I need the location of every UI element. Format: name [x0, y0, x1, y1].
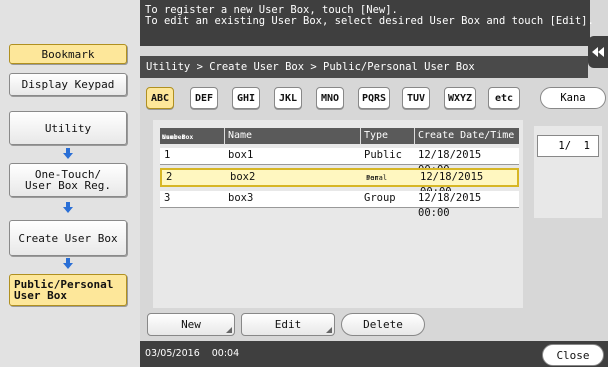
row-number: 1	[164, 149, 171, 161]
instruction-line2: To edit an existing User Box, select des…	[145, 15, 594, 27]
tab-jkl-label: JKL	[278, 92, 298, 104]
step-create-user-box-label: Create User Box	[18, 231, 118, 245]
instruction-message: To register a new User Box, touch [New].…	[140, 0, 594, 46]
display-keypad-button[interactable]: Display Keypad	[9, 73, 127, 96]
tab-wxyz-label: WXYZ	[447, 92, 473, 104]
step-create-user-box-button[interactable]: Create User Box	[9, 220, 127, 256]
new-button[interactable]: New	[147, 313, 235, 336]
tab-tuv[interactable]: TUV	[402, 87, 430, 109]
step-utility-label: Utility	[44, 121, 92, 135]
header-number: User Box Number	[162, 129, 222, 145]
row-type-line2: sonal	[366, 174, 388, 182]
footer-time: 00:04	[211, 348, 240, 359]
delete-button-label: Delete	[363, 318, 403, 331]
header-date: Create Date/Time	[418, 130, 515, 141]
row-name: box3	[228, 192, 254, 204]
tab-jkl[interactable]: JKL	[274, 87, 302, 109]
page-indicator: 1/ 1	[537, 135, 599, 157]
tab-wxyz[interactable]: WXYZ	[444, 87, 476, 109]
kana-button[interactable]: Kana	[540, 87, 606, 109]
table-header: User Box Number Name Type Create Date/Tim…	[160, 128, 519, 144]
tab-mno-label: MNO	[320, 92, 340, 104]
footer-date: 03/05/2016	[145, 348, 200, 359]
table-row-selected[interactable]: 2 box2 Per-sonal 12/18/2015 00:00	[160, 168, 519, 198]
tab-ghi-label: GHI	[236, 92, 256, 104]
tab-etc-label: etc	[494, 92, 514, 104]
header-divider	[414, 128, 415, 144]
arrow-down-icon	[62, 258, 74, 270]
step-public-personal-line2: User Box	[14, 289, 67, 302]
arrow-down-icon	[62, 148, 74, 160]
bookmark-label: Bookmark	[41, 47, 95, 61]
submenu-corner-icon	[226, 327, 232, 333]
row-type: Group	[364, 192, 396, 204]
row-number: 3	[164, 192, 171, 204]
step-public-personal-label: Public/Personal User Box	[14, 279, 113, 301]
header-divider	[224, 128, 225, 144]
kana-label: Kana	[560, 92, 586, 104]
submenu-corner-icon	[326, 327, 332, 333]
step-one-touch-button[interactable]: One-Touch/User Box Reg.	[9, 163, 127, 197]
tab-ghi[interactable]: GHI	[232, 87, 260, 109]
step-public-personal-button[interactable]: Public/Personal User Box	[9, 274, 127, 306]
tab-pqrs-label: PQRS	[361, 92, 387, 104]
step-one-touch-line2: User Box Reg.	[24, 179, 112, 192]
status-footer: 03/05/2016 00:04	[140, 341, 608, 367]
row-name: box1	[228, 149, 254, 161]
delete-button[interactable]: Delete	[341, 313, 425, 336]
tab-mno[interactable]: MNO	[316, 87, 344, 109]
header-divider	[360, 128, 361, 144]
new-button-label: New	[181, 318, 201, 331]
table-row[interactable]: 1 box1 Public 12/18/2015 00:00	[160, 148, 519, 176]
tab-def-label: DEF	[194, 92, 214, 104]
header-type: Type	[364, 130, 389, 141]
header-name: Name	[228, 130, 253, 141]
row-type: Public	[364, 149, 402, 161]
bookmark-button[interactable]: Bookmark	[9, 44, 127, 64]
tab-abc[interactable]: ABC	[146, 87, 174, 109]
left-sidebar: Bookmark Display Keypad Utility One-Touc…	[0, 0, 140, 367]
edit-button[interactable]: Edit	[241, 313, 335, 336]
tab-abc-label: ABC	[150, 92, 170, 104]
edit-button-label: Edit	[274, 318, 302, 331]
close-button-label: Close	[556, 348, 590, 362]
tab-tuv-label: TUV	[406, 92, 426, 104]
tab-pqrs[interactable]: PQRS	[358, 87, 390, 109]
breadcrumb: Utility > Create User Box > Public/Perso…	[140, 56, 588, 78]
arrow-down-icon	[62, 202, 74, 214]
step-utility-button[interactable]: Utility	[9, 111, 127, 145]
tab-etc[interactable]: etc	[488, 87, 520, 109]
tab-def[interactable]: DEF	[190, 87, 218, 109]
header-number-line2: Number	[162, 133, 186, 141]
row-date: 12/18/2015 00:00	[418, 192, 482, 219]
close-button[interactable]: Close	[542, 344, 604, 366]
row-number: 2	[166, 171, 173, 183]
double-chevron-left-icon[interactable]	[588, 36, 608, 68]
step-one-touch-label: One-Touch/User Box Reg.	[25, 169, 111, 191]
row-name: box2	[230, 171, 256, 183]
page-indicator-label: 1/ 1	[558, 140, 590, 152]
table-row[interactable]: 3 box3 Group 12/18/2015 00:00	[160, 191, 519, 219]
display-keypad-label: Display Keypad	[21, 78, 115, 91]
